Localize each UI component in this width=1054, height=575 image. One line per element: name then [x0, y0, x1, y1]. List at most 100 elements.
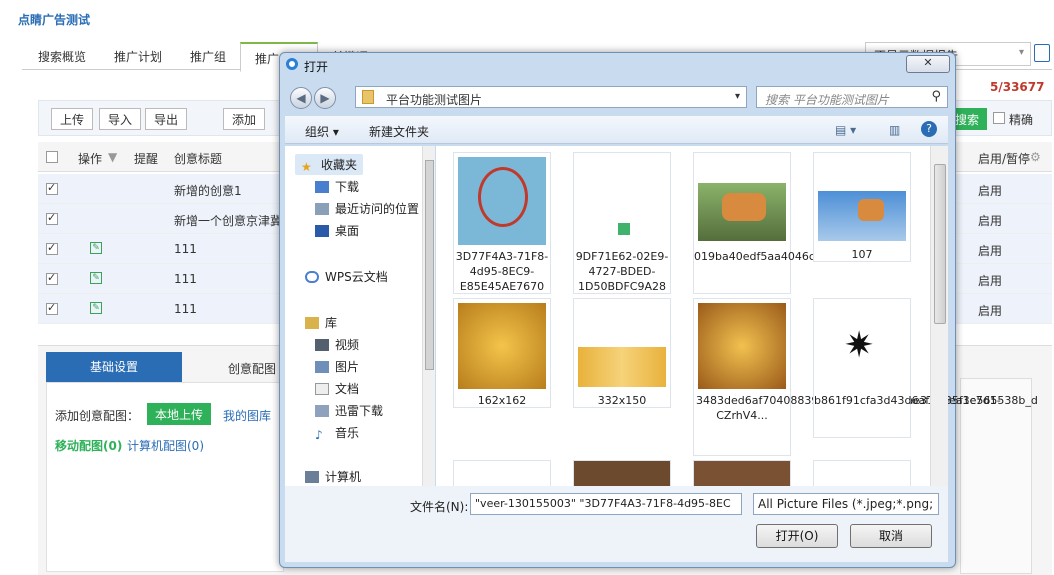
- tab-plans[interactable]: 推广计划: [114, 48, 162, 65]
- filter-icon[interactable]: ▼: [108, 150, 117, 164]
- nav-scroll-thumb[interactable]: [425, 160, 434, 370]
- row-status: 启用: [978, 214, 1003, 228]
- dialog-app-icon: [286, 58, 298, 70]
- select-all-checkbox[interactable]: [46, 151, 58, 163]
- preview-panel: [960, 378, 1032, 574]
- filetype-select[interactable]: All Picture Files (*.jpeg;*.png;: [753, 493, 939, 515]
- help-icon[interactable]: ?: [921, 121, 937, 137]
- cancel-button[interactable]: 取消: [850, 524, 932, 548]
- dog-image: [722, 193, 766, 221]
- thumbnail-image: [698, 183, 786, 241]
- row-checkbox[interactable]: [46, 181, 58, 195]
- forward-arrow-icon: ▶: [320, 91, 330, 105]
- row-title: 111: [174, 242, 197, 256]
- edit-pencil-icon[interactable]: ✎: [90, 242, 102, 254]
- preview-pane-icon[interactable]: ▥: [889, 123, 900, 137]
- nav-library[interactable]: 库: [305, 314, 337, 331]
- file-item[interactable]: 162x162: [453, 298, 551, 408]
- tab-creative-images[interactable]: 创意配图: [228, 360, 276, 377]
- gear-icon[interactable]: ⚙: [1030, 150, 1041, 164]
- col-title: 创意标题: [174, 152, 223, 166]
- file-item[interactable]: ✷ b861f91cfa3d43d6af1cbea3e565538b_d: [813, 298, 1038, 438]
- back-button[interactable]: ◀: [290, 87, 312, 109]
- thumbnail-image: [578, 347, 666, 387]
- row-checkbox[interactable]: [46, 301, 58, 315]
- nav-computer[interactable]: 计算机: [305, 468, 361, 485]
- row-checkbox[interactable]: [46, 211, 58, 225]
- view-options-icon[interactable]: ▤ ▾: [835, 123, 856, 137]
- local-upload-button[interactable]: 本地上传: [147, 403, 212, 425]
- nav-music[interactable]: ♪ 音乐: [315, 424, 359, 442]
- tab-overview[interactable]: 搜索概览: [38, 48, 86, 65]
- edit-pencil-icon[interactable]: ✎: [90, 272, 102, 284]
- search-box[interactable]: 搜索 平台功能测试图片 ⚲: [756, 86, 948, 108]
- col-status: 启用/暂停: [978, 152, 1031, 166]
- nav-favorites[interactable]: ★ 收藏夹: [295, 154, 364, 175]
- file-name: 107: [851, 248, 873, 261]
- row-status: 启用: [978, 304, 1003, 318]
- col-remind: 提醒: [134, 152, 159, 166]
- file-item[interactable]: 3483ded6af704088394c29cd9856c85ae311f35f…: [693, 298, 1001, 456]
- new-folder-button[interactable]: 新建文件夹: [369, 123, 429, 140]
- add-button[interactable]: 添加: [223, 108, 266, 130]
- chevron-down-icon[interactable]: ▾: [735, 91, 740, 102]
- file-item[interactable]: 019ba40edf5aa4046c6ff8e2c5d3edbc: [693, 152, 904, 294]
- tab-basic-settings[interactable]: 基础设置: [46, 352, 182, 382]
- export-button[interactable]: 导出: [145, 108, 188, 130]
- mobile-image-link[interactable]: 移动配图(0): [55, 437, 122, 454]
- row-checkbox[interactable]: [46, 271, 58, 285]
- row-title: 新增的创意1: [174, 184, 242, 198]
- tab-groups[interactable]: 推广组: [190, 48, 226, 65]
- file-name: b861f91cfa3d43d6af1cbea3e565538b_d: [814, 394, 1038, 407]
- file-item[interactable]: [573, 460, 671, 486]
- download-folder-icon: [315, 181, 329, 193]
- row-title: 111: [174, 272, 197, 286]
- desktop-icon: [315, 225, 329, 237]
- my-gallery-link[interactable]: 我的图库: [223, 407, 271, 424]
- nav-downloads[interactable]: 下载: [315, 178, 359, 195]
- nav-xunlei[interactable]: 迅雷下载: [315, 402, 383, 419]
- file-item[interactable]: [693, 460, 791, 486]
- nav-recent[interactable]: 最近访问的位置: [315, 200, 419, 217]
- cloud-icon: [305, 271, 319, 283]
- address-bar[interactable]: 平台功能测试图片 ▾: [355, 86, 747, 108]
- edit-icon[interactable]: [1034, 44, 1050, 62]
- edit-pencil-icon[interactable]: ✎: [90, 302, 102, 314]
- nav-wps[interactable]: WPS云文档: [305, 268, 388, 285]
- open-button[interactable]: 打开(O): [756, 524, 838, 548]
- file-item[interactable]: 9DF71E62-02E9-4727-BDED-1D50BDFC9A28: [573, 152, 671, 294]
- nav-scrollbar[interactable]: [422, 146, 435, 486]
- library-icon: [305, 317, 319, 329]
- file-item[interactable]: [453, 460, 551, 486]
- page-header: [0, 0, 1054, 36]
- file-item[interactable]: [813, 460, 911, 486]
- address-path: 平台功能测试图片: [386, 93, 483, 107]
- nav-desktop[interactable]: 桌面: [315, 222, 359, 239]
- file-scrollbar[interactable]: [930, 146, 948, 486]
- exact-checkbox[interactable]: [993, 112, 1005, 124]
- close-button[interactable]: ✕: [906, 55, 950, 73]
- organize-button[interactable]: 组织 ▾: [305, 123, 339, 140]
- file-item[interactable]: 3D77F4A3-71F8-4d95-8EC9-E85E45AE7670: [453, 152, 551, 294]
- nav-pictures[interactable]: 图片: [315, 358, 359, 375]
- filename-input[interactable]: "veer-130155003" "3D77F4A3-71F8-4d95-8EC: [470, 493, 742, 515]
- file-name: 9DF71E62-02E9-4727-BDED-1D50BDFC9A28: [575, 250, 669, 293]
- file-item[interactable]: 332x150: [573, 298, 671, 408]
- row-checkbox[interactable]: [46, 241, 58, 255]
- document-icon: [315, 383, 329, 395]
- dog-image: [858, 199, 884, 221]
- upload-button[interactable]: 上传: [51, 108, 94, 130]
- file-scroll-thumb[interactable]: [934, 164, 946, 324]
- import-button[interactable]: 导入: [99, 108, 142, 130]
- star-icon: ★: [301, 160, 312, 174]
- thumbnail-image: [698, 303, 786, 389]
- file-item[interactable]: 107: [813, 152, 911, 262]
- search-icon[interactable]: ⚲: [931, 89, 941, 104]
- forward-button[interactable]: ▶: [314, 87, 336, 109]
- col-op: 操作: [78, 152, 103, 166]
- nav-video[interactable]: 视频: [315, 336, 359, 353]
- nav-documents[interactable]: 文档: [315, 380, 359, 397]
- recent-places-icon: [315, 203, 329, 215]
- pc-image-link[interactable]: 计算机配图(0): [127, 437, 204, 454]
- back-arrow-icon: ◀: [296, 91, 306, 105]
